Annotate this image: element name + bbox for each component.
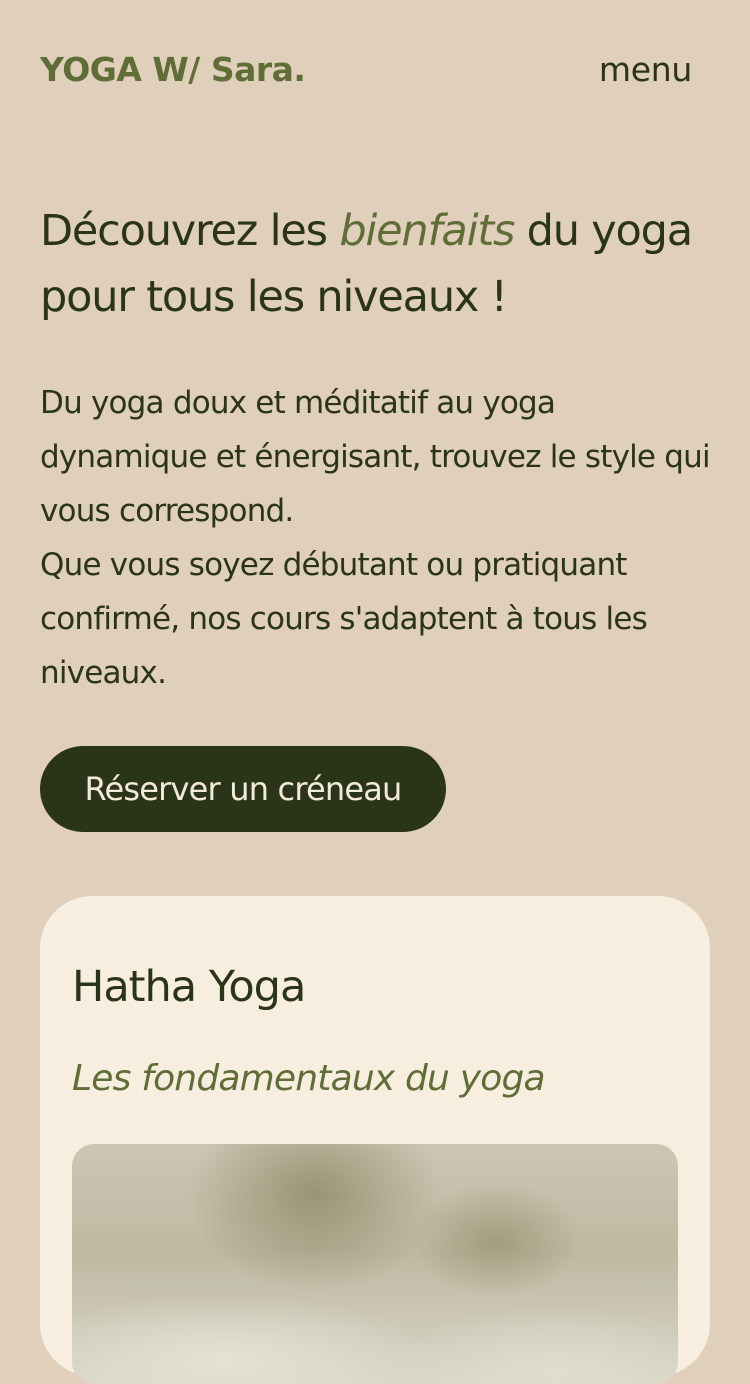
card-title: Hatha Yoga [72, 962, 306, 1012]
menu-button[interactable]: menu [599, 50, 692, 89]
logo[interactable]: YOGA W/ Sara. [40, 50, 306, 89]
hero-intro: Du yoga doux et méditatif au yoga dynami… [40, 376, 711, 700]
card-image [72, 1144, 678, 1384]
book-slot-button[interactable]: Réserver un créneau [40, 746, 446, 832]
hero-headline: Découvrez les bienfaits du yoga pour tou… [40, 198, 700, 330]
site-header: YOGA W/ Sara. menu [40, 44, 692, 94]
intro-paragraph-2: Que vous soyez débutant ou pratiquant co… [40, 547, 648, 691]
headline-accent: bienfaits [339, 206, 515, 256]
intro-paragraph-1: Du yoga doux et méditatif au yoga dynami… [40, 385, 711, 529]
class-card: Hatha Yoga Les fondamentaux du yoga [40, 896, 710, 1384]
headline-text-start: Découvrez les [40, 206, 340, 256]
card-subtitle: Les fondamentaux du yoga [72, 1058, 546, 1099]
